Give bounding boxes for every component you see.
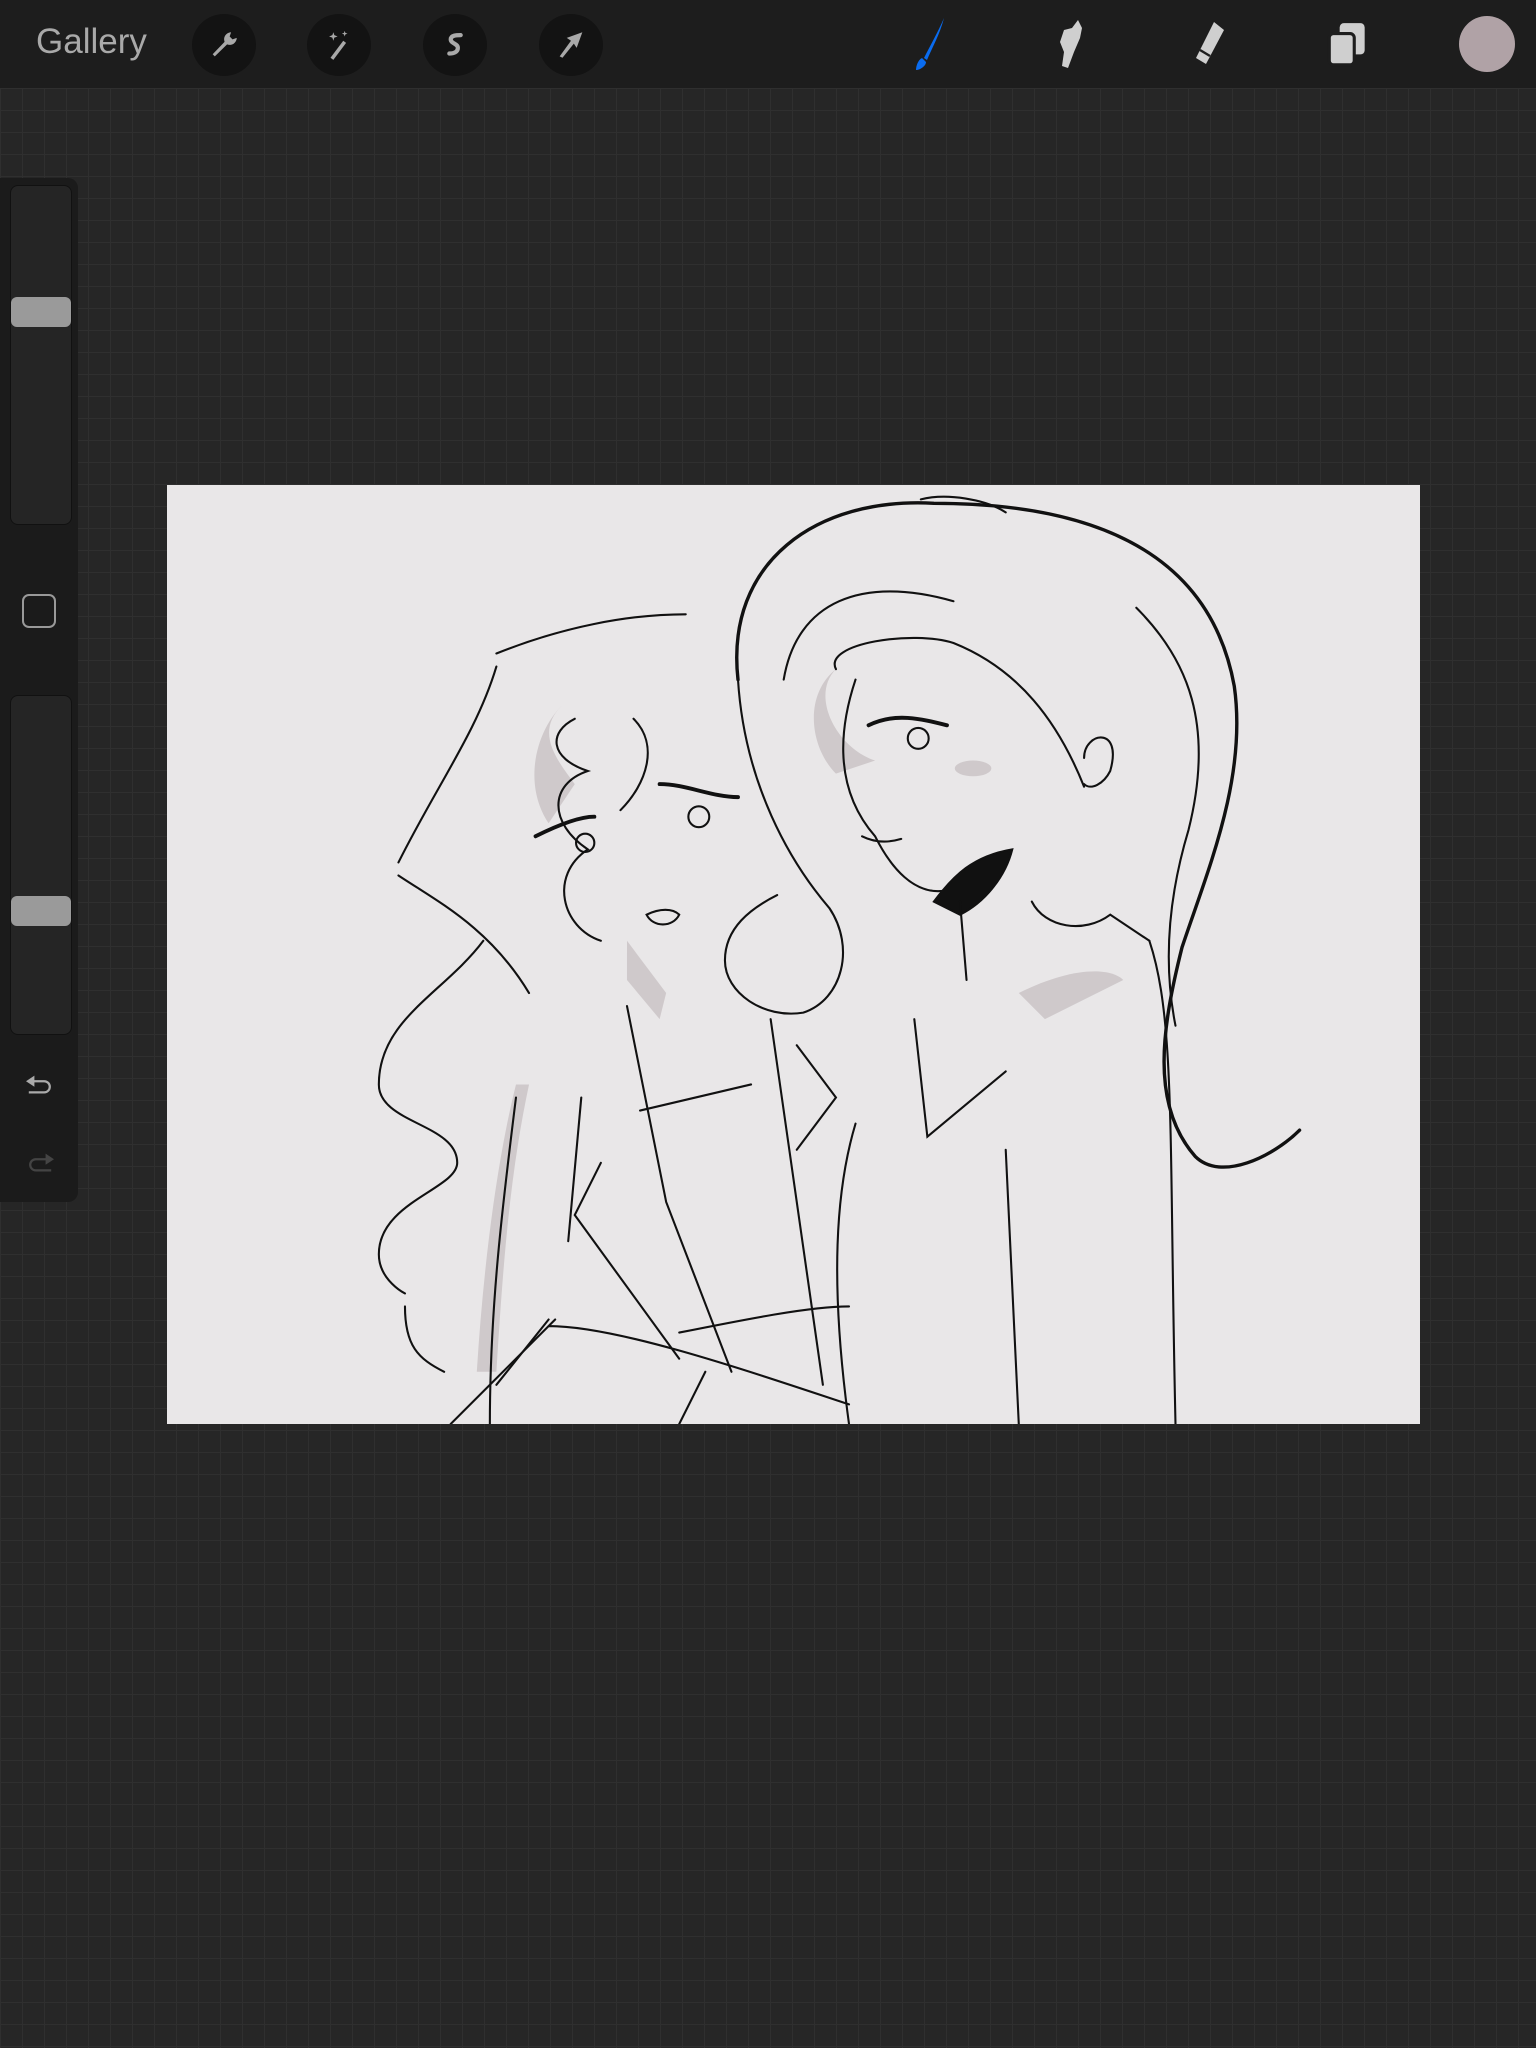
redo-button[interactable] (18, 1142, 62, 1182)
brush-button[interactable] (898, 14, 958, 74)
top-toolbar: Gallery (0, 0, 1536, 88)
modify-button[interactable] (22, 594, 56, 628)
drawing-canvas[interactable] (167, 485, 1420, 1426)
layers-button[interactable] (1318, 14, 1378, 74)
opacity-slider[interactable] (10, 695, 72, 1035)
color-picker-button[interactable] (1459, 16, 1515, 72)
smudge-icon (1060, 20, 1082, 68)
actions-wrench-button[interactable] (192, 14, 256, 76)
brush-size-thumb[interactable] (11, 297, 71, 327)
gallery-button[interactable]: Gallery (36, 22, 147, 62)
magic-wand-icon (329, 30, 348, 60)
brush-size-slider[interactable] (10, 185, 72, 525)
brush-icon (916, 18, 944, 70)
wrench-icon (212, 32, 237, 57)
sketch-artwork (377, 495, 1302, 1426)
side-toolbar (0, 178, 78, 1202)
eraser-button[interactable] (1178, 14, 1238, 74)
adjustments-button[interactable] (307, 14, 371, 76)
undo-button[interactable] (18, 1064, 62, 1104)
undo-icon (26, 1075, 51, 1094)
eraser-icon (1196, 22, 1224, 64)
redo-icon (29, 1153, 54, 1172)
transform-button[interactable] (539, 14, 603, 76)
selection-s-icon (447, 32, 463, 56)
move-arrow-icon (559, 32, 583, 58)
selection-button[interactable] (423, 14, 487, 76)
layers-icon (1327, 23, 1365, 67)
opacity-thumb[interactable] (11, 896, 71, 926)
smudge-button[interactable] (1038, 14, 1098, 74)
